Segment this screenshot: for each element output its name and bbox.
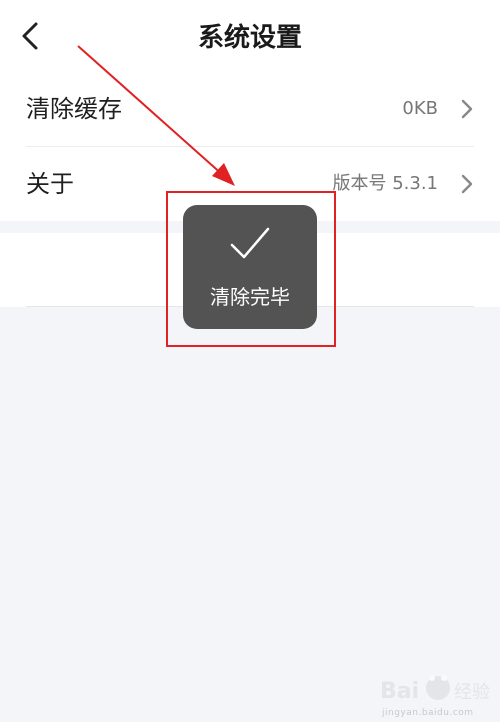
annotation-arrow [77, 45, 235, 186]
svg-text:经验: 经验 [454, 682, 490, 703]
svg-text:Bai: Bai [380, 679, 419, 704]
watermark-url: jingyan.baidu.com [382, 708, 474, 718]
